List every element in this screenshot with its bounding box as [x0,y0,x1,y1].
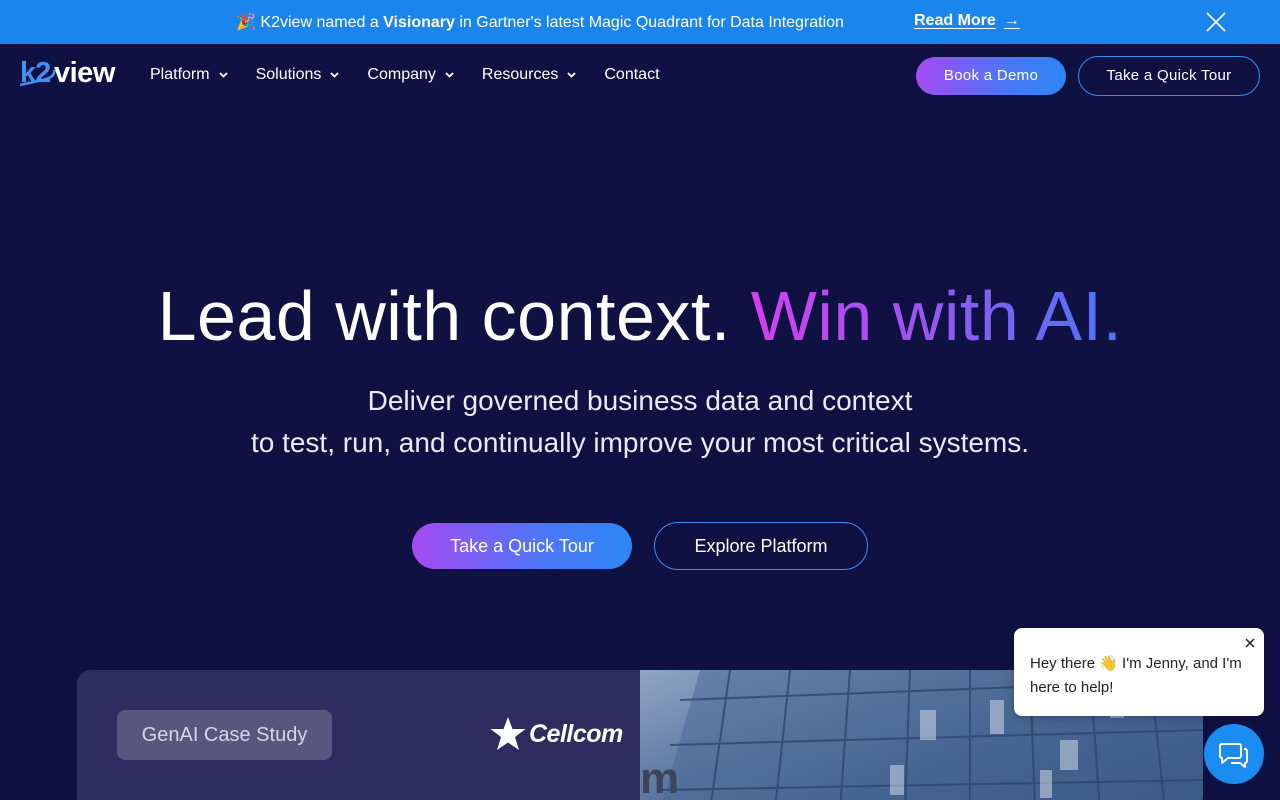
nav-item-platform[interactable]: Platform [150,66,228,84]
hero-title: Lead with context. Win with AI. [0,276,1280,356]
nav-item-label: Platform [150,66,210,83]
quick-tour-nav-button[interactable]: Take a Quick Tour [1078,56,1260,96]
hero-title-plain: Lead with context. [157,277,731,355]
hero-title-gradient: Win with AI. [750,277,1123,355]
explore-platform-button[interactable]: Explore Platform [654,522,868,570]
chat-bubbles-icon [1219,743,1248,768]
hero-subtitle-line1: Deliver governed business data and conte… [367,385,913,416]
main-nav: k2 view Platform Solutions Company Resou… [0,44,1280,108]
nav-item-label: Solutions [255,66,322,83]
book-demo-button[interactable]: Book a Demo [916,57,1066,95]
hero-subtitle: Deliver governed business data and conte… [0,380,1280,464]
nav-item-contact[interactable]: Contact [604,66,659,84]
building-sign-fragment: m [640,754,680,800]
case-study-panel: GenAI Case Study Cellcom [77,670,640,800]
close-icon[interactable] [1204,10,1228,34]
nav-item-company[interactable]: Company [367,66,454,84]
case-study-badge: GenAI Case Study [117,710,332,760]
nav-item-resources[interactable]: Resources [481,66,577,84]
chat-launcher-button[interactable] [1204,724,1264,784]
chevron-down-icon [567,72,577,78]
hero-subtitle-line2: to test, run, and continually improve yo… [250,427,1030,458]
arrow-right-icon: → [1003,12,1020,29]
star-icon [490,717,526,750]
chat-greeting-text: Hey there 👋 I'm Jenny, and I'm here to h… [1030,655,1242,696]
close-icon[interactable] [1244,636,1256,648]
svg-text:view: view [54,58,116,88]
nav-item-label: Contact [604,66,660,83]
nav-item-label: Company [367,66,436,83]
cellcom-logo-text: Cellcom [529,719,623,748]
read-more-link[interactable]: Read More → [914,12,1020,30]
chevron-down-icon [445,72,454,78]
announcement-highlight: Visionary [383,14,455,31]
chevron-down-icon [218,72,228,78]
party-emoji: 🎉 [236,14,256,31]
cellcom-logo: Cellcom [489,716,623,752]
chevron-down-icon [330,72,340,78]
k2view-logo[interactable]: k2 view [19,57,124,89]
announcement-text-after: in Gartner's latest Magic Quadrant for D… [459,14,844,31]
quick-tour-hero-button[interactable]: Take a Quick Tour [412,523,632,569]
announcement-bar: 🎉 K2view named a Visionary in Gartner's … [0,0,1280,44]
announcement-text-before: K2view named a [260,14,379,31]
read-more-label: Read More [914,12,996,29]
nav-menu: Platform Solutions Company Resources Con… [150,66,688,84]
nav-item-solutions[interactable]: Solutions [256,66,340,84]
nav-item-label: Resources [481,66,559,83]
chat-greeting-popup[interactable]: Hey there 👋 I'm Jenny, and I'm here to h… [1014,628,1264,716]
